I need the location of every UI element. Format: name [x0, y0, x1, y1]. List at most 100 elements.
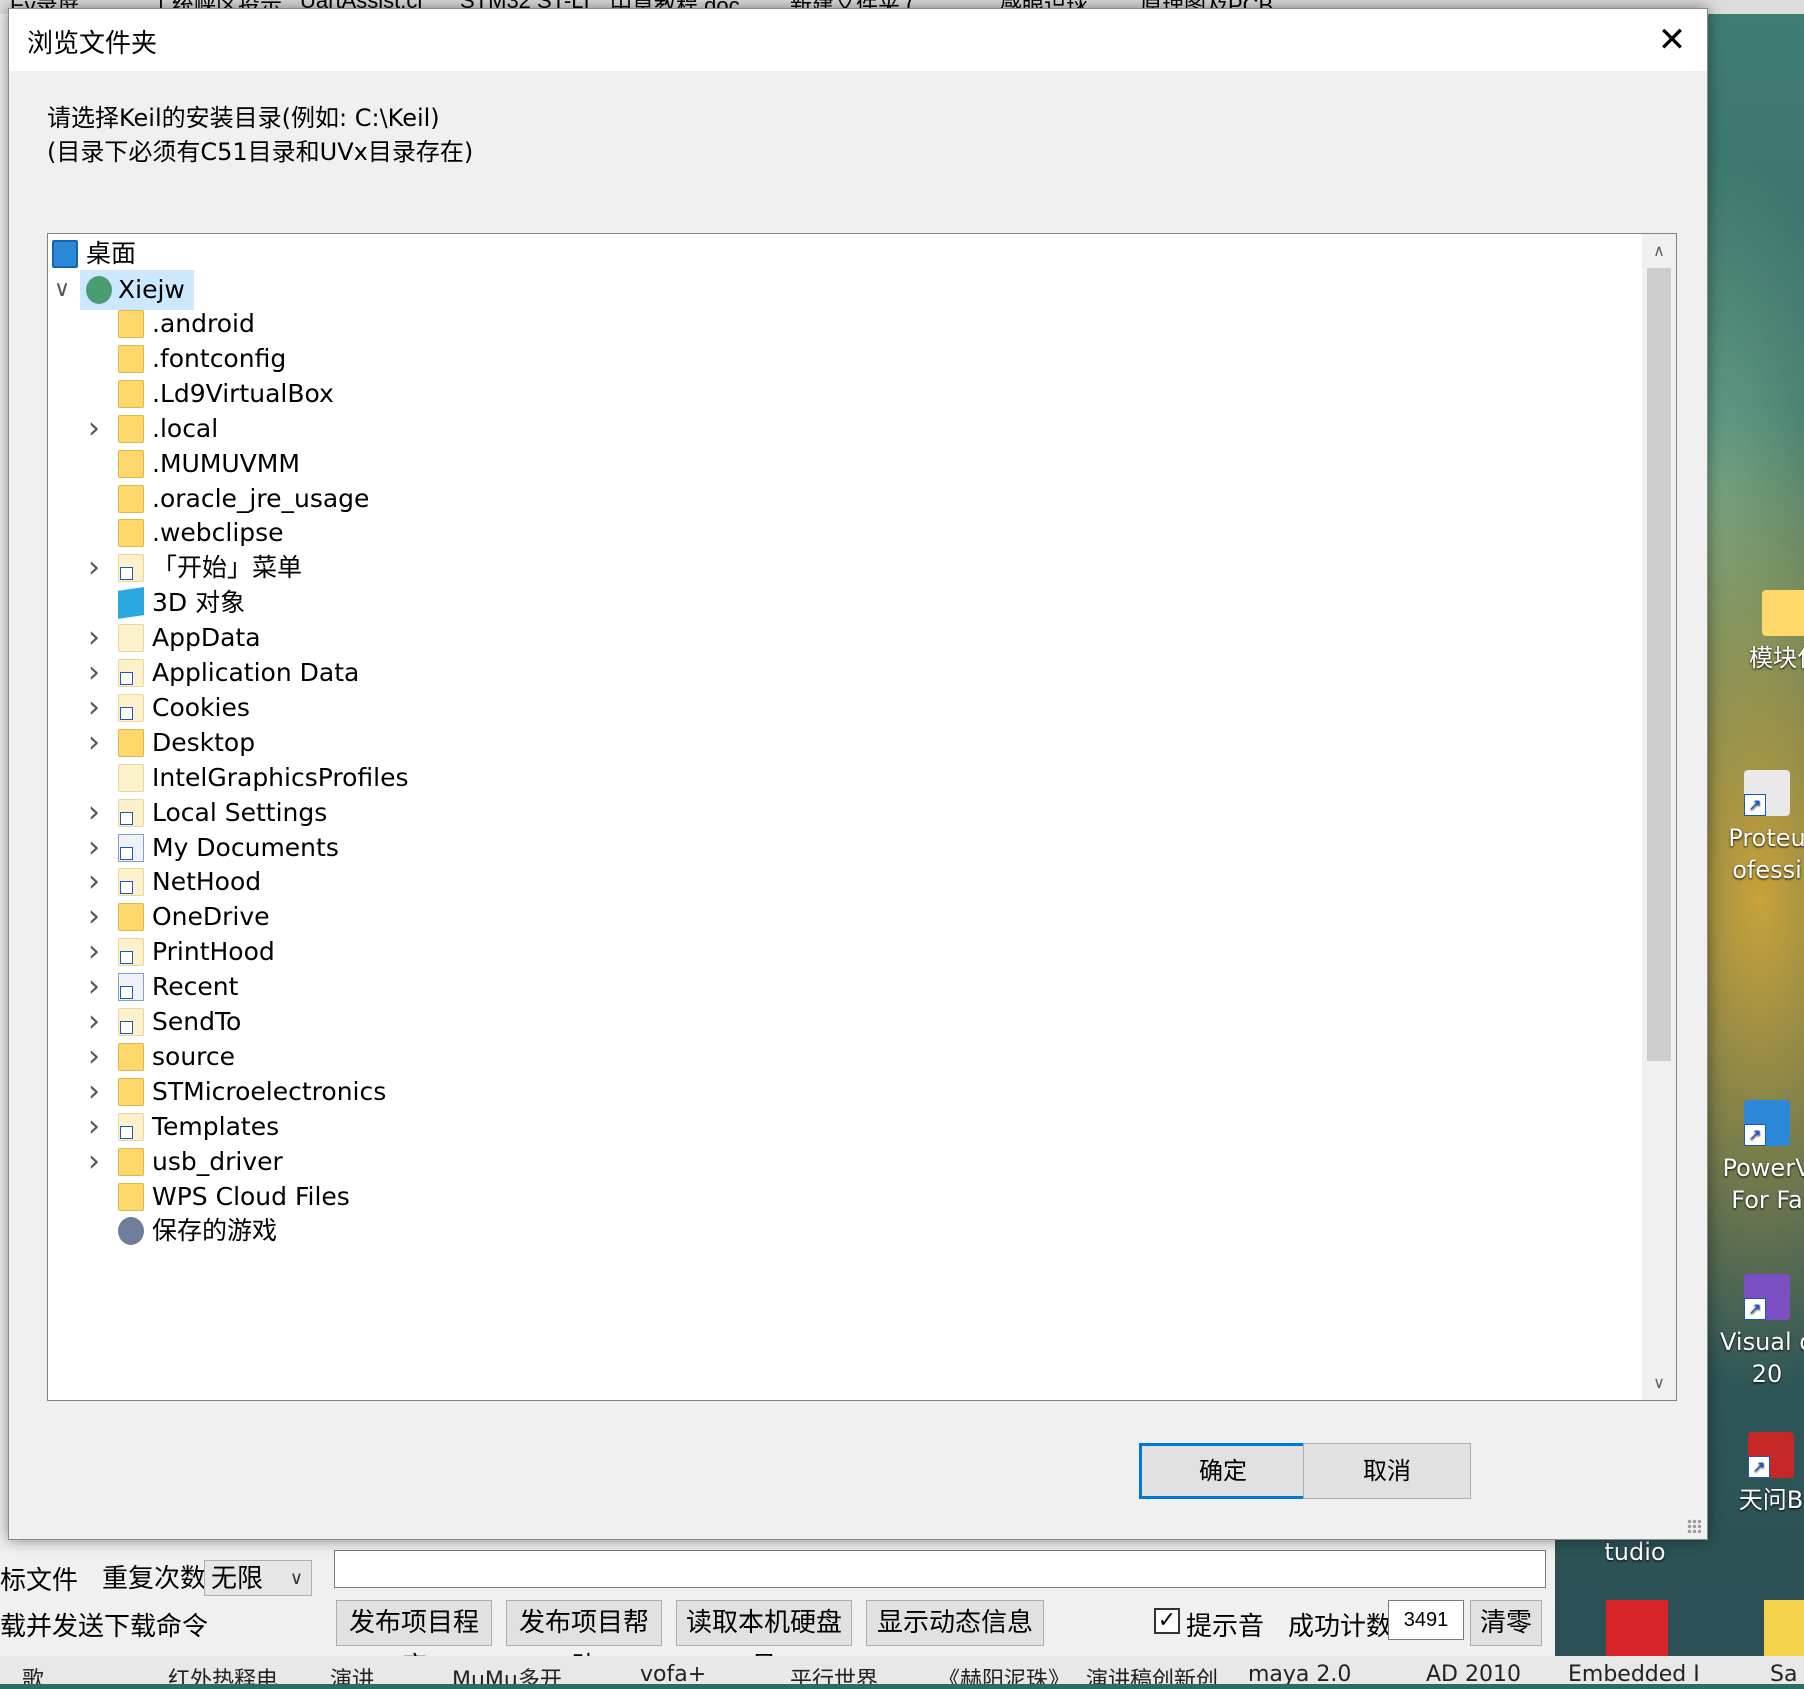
taskbar-item-label[interactable]: Sa [1770, 1662, 1797, 1684]
taskbar-item-label[interactable]: vofa+ [640, 1662, 706, 1684]
shortcut-folder-icon [118, 694, 144, 722]
tree-item-folder[interactable]: ›AppData [48, 618, 1638, 658]
chevron-right-icon[interactable]: › [82, 834, 106, 862]
embedded-app-icon[interactable] [1606, 1600, 1668, 1662]
chevron-right-icon[interactable]: › [82, 624, 106, 652]
tree-item-folder[interactable]: ›STMicroelectronics [48, 1072, 1638, 1112]
taskbar-item-label[interactable]: MuMu多开 [452, 1662, 562, 1684]
tree-item-label: .MUMUVMM [148, 446, 304, 482]
show-dynamic-info-button[interactable]: 显示动态信息 [866, 1600, 1044, 1646]
folder-tree[interactable]: 桌面 ∨ Xiejw .android.fontconfig.Ld9Virtua… [47, 233, 1677, 1401]
tree-item-label: source [148, 1039, 239, 1075]
tree-item-label: usb_driver [148, 1144, 287, 1180]
tree-item-folder[interactable]: ›.local [48, 409, 1638, 449]
tree-item-folder[interactable]: › source [48, 1037, 1638, 1077]
publish-help-button[interactable]: 发布项目帮助 [506, 1600, 662, 1646]
chevron-right-icon[interactable]: › [82, 799, 106, 827]
ok-button[interactable]: 确定 [1139, 1443, 1307, 1499]
dialog-titlebar: 浏览文件夹 ✕ [9, 9, 1707, 71]
chevron-right-icon[interactable]: › [82, 554, 106, 582]
close-icon[interactable]: ✕ [1637, 9, 1707, 71]
tree-item-folder[interactable]: ›Application Data [48, 653, 1638, 693]
desktop-icon-powerv[interactable]: ↗ PowerV For Fa [1712, 1100, 1804, 1216]
tree-item-label: .fontconfig [148, 341, 290, 377]
tree-item-folder[interactable]: .Ld9VirtualBox [48, 374, 1638, 414]
scroll-up-icon[interactable]: ∧ [1642, 234, 1676, 268]
tianwen-icon: ↗ [1748, 1432, 1794, 1478]
tree-item-folder[interactable]: ›SendTo [48, 1002, 1638, 1042]
tree-item-folder[interactable]: 3D 对象 [48, 583, 1638, 623]
repeat-select-value: 无限 [211, 1564, 263, 1594]
beep-checkbox[interactable]: ✓ [1154, 1608, 1180, 1634]
tree-item-folder[interactable]: › usb_driver [48, 1142, 1638, 1182]
vertical-scrollbar[interactable]: ∧ ∨ [1642, 234, 1676, 1400]
dialog-title: 浏览文件夹 [27, 23, 157, 60]
tree-item-folder[interactable]: ›Cookies [48, 688, 1638, 728]
tree-item-label: Local Settings [148, 795, 331, 831]
chevron-right-icon[interactable]: › [82, 938, 106, 966]
chevron-right-icon[interactable]: › [82, 973, 106, 1001]
desktop-icon-visual-studio[interactable]: ↗ Visual o 20 [1712, 1274, 1804, 1390]
shortcut-arrow-icon [120, 1021, 133, 1034]
hidden-folder-icon [118, 624, 144, 652]
taskbar-item-label[interactable]: AD 2010 [1426, 1662, 1521, 1684]
resize-grip-icon[interactable] [1687, 1519, 1701, 1533]
tree-item-folder[interactable]: .fontconfig [48, 339, 1638, 379]
chevron-right-icon[interactable]: › [82, 694, 106, 722]
scroll-down-icon[interactable]: ∨ [1642, 1366, 1676, 1400]
tree-item-folder[interactable]: ›Recent [48, 967, 1638, 1007]
publish-program-button[interactable]: 发布项目程序 [336, 1600, 492, 1646]
chevron-right-icon[interactable]: › [82, 729, 106, 757]
clear-count-button[interactable]: 清零 [1470, 1600, 1542, 1646]
chevron-right-icon[interactable]: › [82, 903, 106, 931]
chevron-right-icon[interactable]: › [82, 415, 106, 443]
tree-item-folder[interactable]: .MUMUVMM [48, 444, 1638, 484]
tree-item-folder[interactable]: IntelGraphicsProfiles [48, 758, 1638, 798]
tree-item-folder[interactable]: › OneDrive [48, 897, 1638, 937]
chevron-right-icon[interactable]: › [82, 659, 106, 687]
tree-item-folder[interactable]: ›PrintHood [48, 932, 1638, 972]
taskbar-item-label[interactable]: Embedded I [1568, 1662, 1700, 1684]
taskbar-item-label[interactable]: 演讲稿创新创 [1086, 1662, 1218, 1684]
chevron-right-icon[interactable]: › [82, 1078, 106, 1106]
tree-item-folder[interactable]: ›Templates [48, 1107, 1638, 1147]
desktop-icon-studio-label: tudio [1580, 1536, 1690, 1568]
taskbar-item-label[interactable]: 《赫阳泥珠》 [938, 1662, 1070, 1684]
shortcut-arrow-icon [120, 707, 133, 720]
tree-item-label: Xiejw [114, 272, 189, 308]
tree-item-folder[interactable]: ›NetHood [48, 862, 1638, 902]
read-disk-id-button[interactable]: 读取本机硬盘号 [676, 1600, 852, 1646]
tree-item-folder[interactable]: .webclipse [48, 513, 1638, 553]
desktop-icon-module[interactable]: 模块化 [1730, 590, 1804, 674]
chevron-right-icon[interactable]: › [82, 1148, 106, 1176]
chevron-right-icon[interactable]: › [82, 1113, 106, 1141]
tree-item-folder[interactable]: 保存的游戏 [48, 1211, 1638, 1251]
sa-app-icon[interactable] [1764, 1600, 1804, 1662]
taskbar-item-label[interactable]: 演讲 [330, 1662, 374, 1684]
tree-item-folder[interactable]: ›「开始」菜单 [48, 548, 1638, 588]
taskbar-item-label[interactable]: 红外热释电 [168, 1662, 278, 1684]
shortcut-arrow-icon [120, 1126, 133, 1139]
chevron-right-icon[interactable]: › [82, 1008, 106, 1036]
chevron-right-icon[interactable]: › [82, 868, 106, 896]
taskbar-item-label[interactable]: 平行世界 [790, 1662, 878, 1684]
desktop-icon-proteus[interactable]: ↗ Proteu ofessi [1712, 770, 1804, 886]
taskbar-item-label[interactable]: 歌 [22, 1662, 44, 1684]
cancel-button[interactable]: 取消 [1303, 1443, 1471, 1499]
tree-item-folder[interactable]: ›Desktop [48, 723, 1638, 763]
tree-item-label: My Documents [148, 830, 343, 866]
scrollbar-thumb[interactable] [1647, 268, 1671, 1061]
chevron-right-icon[interactable]: › [82, 1043, 106, 1071]
taskbar-item-label[interactable]: maya 2.0 [1248, 1662, 1351, 1684]
tree-item-label: OneDrive [148, 899, 274, 935]
tree-item-folder[interactable]: › Local Settings [48, 793, 1638, 833]
repeat-select[interactable]: 无限 ∨ [204, 1560, 312, 1596]
file-path-input[interactable] [334, 1550, 1546, 1588]
chevron-down-icon[interactable]: ∨ [50, 276, 74, 304]
tree-item-folder[interactable]: .android [48, 304, 1638, 344]
success-count-field[interactable]: 3491 [1388, 1600, 1464, 1640]
tree-item-desktop[interactable]: 桌面 [48, 234, 1638, 274]
success-count-label: 成功计数 [1288, 1606, 1392, 1643]
folder-icon [118, 345, 144, 373]
desktop-icon-tianwen[interactable]: ↗ 天问B [1716, 1432, 1804, 1516]
